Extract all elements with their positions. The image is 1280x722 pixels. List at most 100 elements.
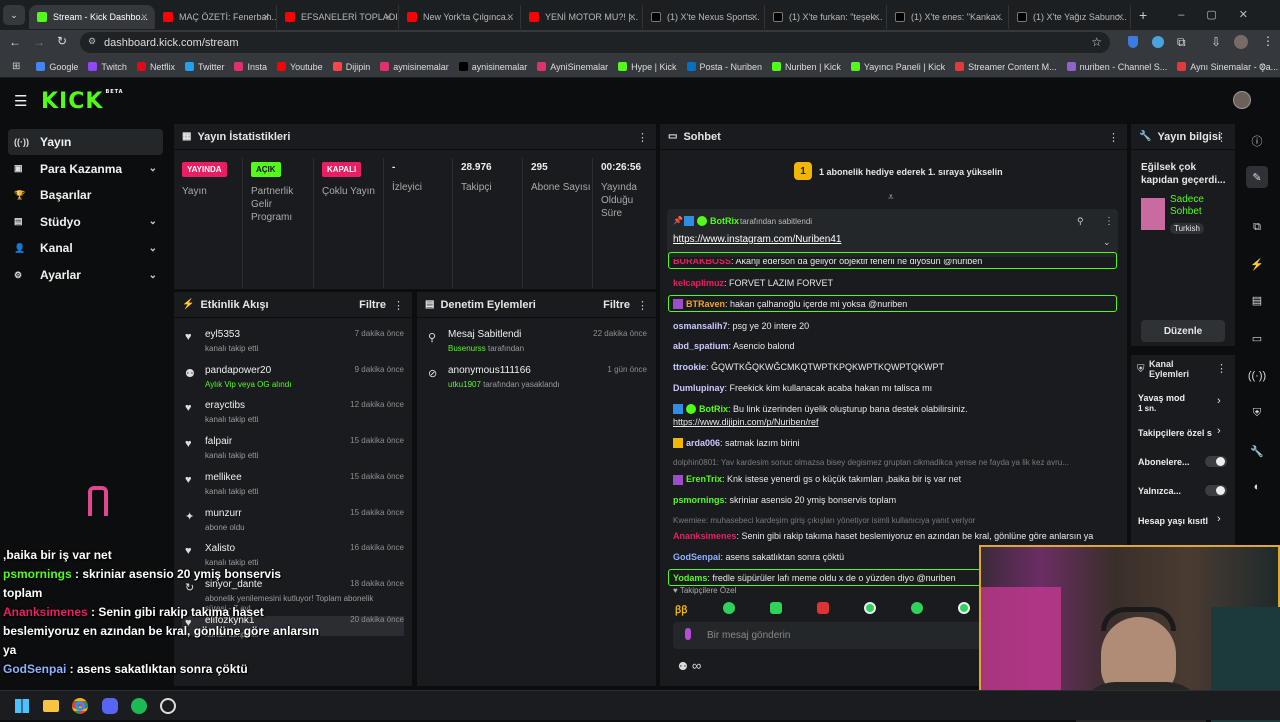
bookmark-item[interactable]: Insta	[234, 62, 267, 72]
account-age-label[interactable]: Hesap yaşı kısıtl	[1138, 516, 1208, 526]
obs-icon[interactable]	[160, 698, 176, 714]
chat-username[interactable]: osmansalih7	[673, 321, 728, 331]
subscribers-only-toggle[interactable]	[1205, 456, 1227, 467]
emote-icon[interactable]	[958, 602, 970, 614]
crop-icon[interactable]: ⧉	[1246, 216, 1268, 238]
chrome-icon[interactable]	[72, 698, 88, 714]
chat-username[interactable]: ttrookie	[673, 362, 706, 372]
chat-menu-icon[interactable]: ⋮	[1108, 131, 1119, 144]
chat-message[interactable]: arda006: satmak lazım birini	[673, 438, 800, 449]
emote-icon[interactable]	[770, 602, 782, 614]
close-tab-icon[interactable]: ✕	[994, 12, 1002, 23]
moderation-item[interactable]: ⚲ Mesaj Sabitlendi Busenurss tarafından 22 …	[425, 327, 647, 361]
event-username[interactable]: erayctibs	[205, 400, 245, 411]
bookmark-item[interactable]: Posta - Nuriben	[686, 62, 762, 72]
chat-username[interactable]: BotRix	[699, 404, 728, 414]
pinned-menu-icon[interactable]: ⋮	[1104, 216, 1114, 227]
stream-info-menu-icon[interactable]: ⋮	[1216, 131, 1227, 144]
event-username[interactable]: munzurr	[205, 508, 242, 519]
event-item[interactable]: ♥ eyl5353 kanalı takip etti 7 dakika önce	[182, 327, 404, 361]
bookmark-item[interactable]: Nuriben | Kick	[772, 62, 841, 72]
emote-icon[interactable]	[723, 602, 735, 614]
bookmark-item[interactable]: Twitter	[184, 62, 224, 72]
chat-reply-reference[interactable]: Kwemiee: muhasebeci kardeşim giriş çıkış…	[673, 516, 1113, 525]
reload-icon[interactable]: ↻	[57, 34, 67, 48]
emote-icon[interactable]	[817, 602, 829, 614]
bookmark-item[interactable]: Hype | Kick	[618, 62, 677, 72]
url-field[interactable]: ⚙ dashboard.kick.com/stream ☆	[80, 32, 1110, 53]
chat-message[interactable]: GodSenpai: asens sakatlıktan sonra çöktü	[673, 552, 844, 562]
forward-icon[interactable]: →	[33, 35, 45, 49]
event-username[interactable]: eyl5353	[205, 329, 240, 340]
browser-tab[interactable]: Stream - Kick Dashbo... ✕	[29, 5, 155, 29]
pinned-link[interactable]: https://www.instagram.com/Nuriben41	[673, 234, 841, 245]
chevron-right-icon[interactable]: ›	[1217, 425, 1221, 437]
chat-username[interactable]: psmornings	[673, 495, 725, 505]
profile-avatar-icon[interactable]	[1234, 35, 1248, 49]
event-username[interactable]: Xalisto	[205, 543, 235, 554]
chat-message[interactable]: ttrookie: ĞQWTKĞQKWĞCMKQTWPTKPQKWPTKQWPT…	[673, 362, 944, 372]
moderator-name[interactable]: Busenurss	[448, 344, 486, 353]
slow-mode-label[interactable]: Yavaş mod	[1138, 393, 1185, 403]
file-explorer-icon[interactable]	[43, 700, 59, 712]
chat-username[interactable]: Dumlupinay	[673, 383, 725, 393]
chat-message[interactable]: psmornings: skriniar asensio 20 ymiş bon…	[673, 495, 896, 505]
chevron-down-icon[interactable]: ⌄	[149, 270, 157, 281]
document-tool-icon[interactable]: ▤	[1246, 289, 1268, 311]
close-tab-icon[interactable]: ✕	[1116, 12, 1124, 23]
edit-pencil-icon[interactable]: ✎	[1246, 166, 1268, 188]
moderation-filter-button[interactable]: Filtre	[603, 299, 630, 311]
window-controls[interactable]: –▢✕	[1178, 8, 1270, 21]
sidebar-item[interactable]: ((·)) Yayın	[8, 129, 163, 155]
events-menu-icon[interactable]: ⋮	[393, 299, 404, 312]
bookmarks-overflow-icon[interactable]: »	[1260, 61, 1266, 72]
stream-category[interactable]: Sadece Sohbet	[1170, 194, 1230, 218]
emote-icon[interactable]: ꞵꞵ	[675, 602, 688, 616]
sidebar-item[interactable]: 👤 Kanal ⌄	[8, 235, 163, 261]
chat-message[interactable]: osmansalih7: psg ye 20 intere 20	[673, 321, 809, 331]
chat-message[interactable]: ErenTrix: Knk istese yenerdi gs o küçük …	[673, 474, 961, 485]
close-tab-icon[interactable]: ✕	[628, 12, 636, 23]
sidebar-item[interactable]: ⚙ Ayarlar ⌄	[8, 262, 163, 288]
bookmark-star-icon[interactable]: ☆	[1091, 35, 1102, 49]
palette-tool-icon[interactable]: ◐	[1246, 476, 1268, 498]
gift-banner[interactable]: 1 abonelik hediye ederek 1. sıraya yükse…	[819, 167, 1003, 177]
followers-only-label[interactable]: Takipçilere özel s	[1138, 428, 1212, 438]
chat-message[interactable]: kelcaplimuz: FORVET LAZIM FORVET	[673, 278, 833, 288]
bookmark-item[interactable]: AyniSinemalar	[537, 62, 608, 72]
discord-icon[interactable]	[102, 698, 118, 714]
events-filter-button[interactable]: Filtre	[359, 299, 386, 311]
bookmark-item[interactable]: Dijipin	[332, 62, 370, 72]
chat-username[interactable]: Yodams	[673, 573, 707, 583]
chat-username[interactable]: kelcaplimuz	[673, 278, 724, 288]
unpin-icon[interactable]: ⚲	[1077, 216, 1084, 227]
wrench-tool-icon[interactable]: 🔧	[1246, 440, 1268, 462]
bookmark-item[interactable]: aynisinemalar	[380, 62, 449, 72]
event-item[interactable]: ♥ mellikee kanalı takip etti 15 dakika önce	[182, 470, 404, 504]
bookmark-item[interactable]: Twitch	[88, 62, 127, 72]
downloads-icon[interactable]: ⇩	[1211, 35, 1221, 49]
extension-shield-icon[interactable]	[1128, 36, 1138, 48]
infinity-icon[interactable]: ∞	[692, 658, 701, 673]
info-icon[interactable]: ⓘ	[1246, 130, 1268, 152]
chat-reply-reference[interactable]: dolphin0801: Yav kardesim sonuc olmazsa …	[673, 458, 1113, 467]
close-tab-icon[interactable]: ✕	[750, 12, 758, 23]
chat-tool-icon[interactable]: ▭	[1246, 327, 1268, 349]
browser-tab[interactable]: New York'ta Çılgınca... ✕	[399, 5, 521, 29]
bookmark-item[interactable]: Google	[36, 62, 78, 72]
bookmark-item[interactable]: nuriben - Channel S...	[1066, 62, 1167, 72]
tab-list-button[interactable]: ⌄	[3, 5, 25, 25]
pinned-by-user[interactable]: BotRix	[710, 216, 739, 226]
extensions-puzzle-icon[interactable]: ⧉	[1177, 35, 1186, 50]
chat-username[interactable]: abd_spatium	[673, 341, 729, 351]
chat-message[interactable]: Ananksimenes: Senin gibi rakip takıma ha…	[673, 531, 1113, 541]
browser-tab[interactable]: EFSANELERİ TOPLADI... ✕	[277, 5, 399, 29]
browser-tab[interactable]: YENİ MOTOR MU?! |... ✕	[521, 5, 643, 29]
chevron-down-icon[interactable]: ⌄	[149, 216, 157, 227]
browser-tab[interactable]: (1) X'te Nexus Sports... ✕	[643, 5, 765, 29]
chat-message[interactable]: Yodams: fredle süpürüler lafı meme oldu …	[673, 573, 956, 583]
broadcast-tool-icon[interactable]: ((·))	[1246, 365, 1268, 387]
edit-button[interactable]: Düzenle	[1141, 320, 1225, 342]
bookmark-item[interactable]: Netflix	[136, 62, 175, 72]
chat-message[interactable]: BotRix: Bu link üzerinden üyelik oluştur…	[673, 404, 968, 427]
